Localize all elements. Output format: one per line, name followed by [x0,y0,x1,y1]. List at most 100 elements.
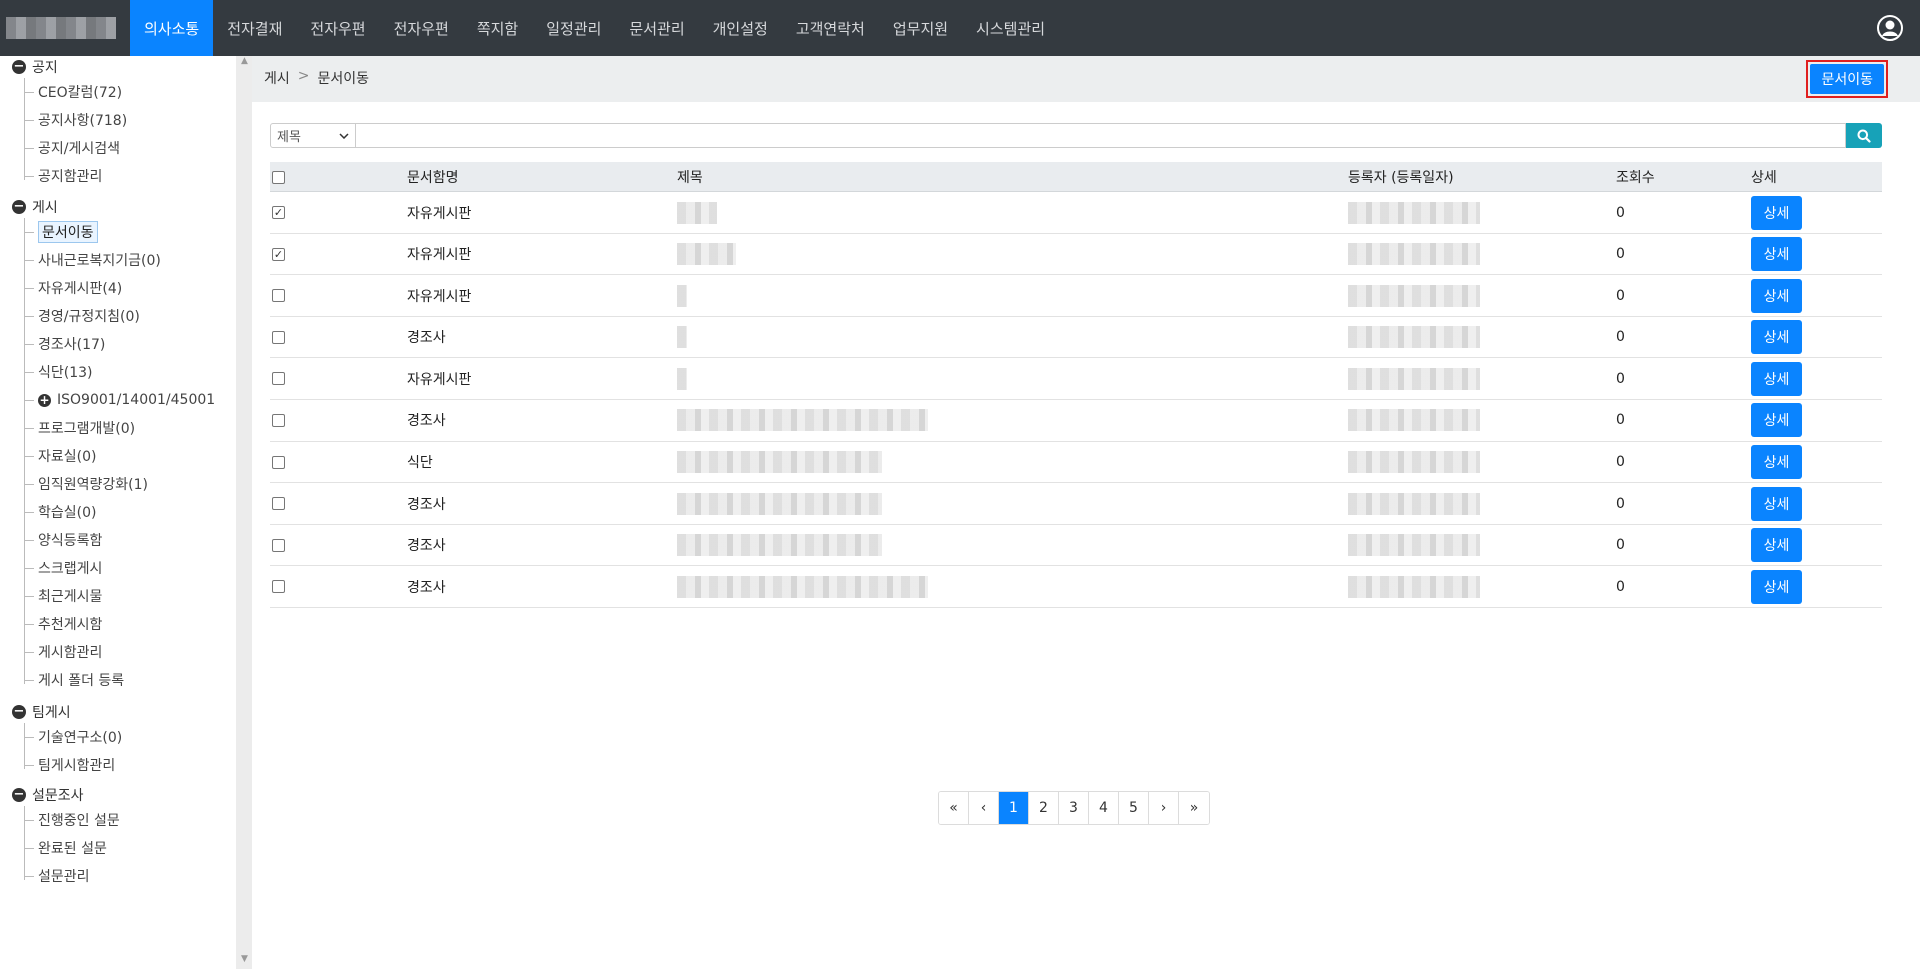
sidebar-item[interactable]: 사내근로복지기금(0) [24,248,161,272]
row-title-cell[interactable] [677,358,687,399]
row-title-cell[interactable] [677,566,928,607]
row-checkbox[interactable] [272,538,285,552]
user-circle-icon[interactable] [1876,14,1904,42]
search-field-select[interactable]: 제목 [270,123,356,148]
search-input[interactable] [356,123,1846,148]
prev-page-icon[interactable]: ‹ [969,792,999,824]
nav-menu-item[interactable]: 전자우편 [296,0,379,56]
sidebar-item[interactable]: 학습실(0) [24,500,96,524]
sidebar-item[interactable]: 경조사(17) [24,332,105,356]
sidebar-item[interactable]: 스크랩게시 [24,556,102,580]
collapse-minus-icon[interactable]: − [12,788,26,802]
detail-button[interactable]: 상세 [1751,403,1802,438]
last-page-icon[interactable]: » [1179,792,1209,824]
sidebar-scrollbar[interactable]: ▲ ▼ [236,56,252,969]
sidebar-item[interactable]: 완료된 설문 [24,836,107,860]
sidebar-item[interactable]: 설문관리 [24,864,90,888]
search-button[interactable] [1846,123,1882,148]
nav-menu-item[interactable]: 전자우편 [380,0,463,56]
detail-button[interactable]: 상세 [1751,486,1802,521]
nav-menu-item[interactable]: 고객연락처 [782,0,879,56]
sidebar-item[interactable]: 경영/규정지침(0) [24,304,140,328]
row-title-cell[interactable] [677,192,717,233]
sidebar-item[interactable]: + ISO9001/14001/45001 [24,388,215,412]
move-document-button[interactable]: 문서이동 [1810,64,1884,94]
sidebar-item[interactable]: 자료실(0) [24,444,96,468]
scroll-up-icon[interactable]: ▲ [241,56,248,66]
sidebar-item[interactable]: 최근게시물 [24,584,102,608]
nav-menu-item[interactable]: 일정관리 [532,0,615,56]
row-title-cell[interactable] [677,400,928,441]
row-checkbox[interactable] [272,289,285,303]
header-author[interactable]: 등록자 (등록일자) [1348,162,1454,192]
sidebar-item[interactable]: 프로그램개발(0) [24,416,135,440]
detail-button[interactable]: 상세 [1751,278,1802,313]
sidebar-item[interactable]: 기술연구소(0) [24,725,122,749]
page-button[interactable]: 4 [1089,792,1119,824]
row-checkbox[interactable] [272,580,285,594]
collapse-minus-icon[interactable]: − [12,200,26,214]
page-button[interactable]: 2 [1029,792,1059,824]
sidebar-category[interactable]: − 공지 [12,56,58,78]
next-page-icon[interactable]: › [1149,792,1179,824]
nav-menu-item[interactable]: 전자결재 [213,0,296,56]
sidebar-item[interactable]: 공지사항(718) [24,108,127,132]
first-page-icon[interactable]: « [939,792,969,824]
nav-menu-item[interactable]: 시스템관리 [962,0,1059,56]
select-all-checkbox[interactable] [272,170,285,184]
row-title-cell[interactable] [677,317,687,358]
nav-menu-item[interactable]: 업무지원 [879,0,962,56]
sidebar-item[interactable]: 진행중인 설문 [24,808,120,832]
nav-menu-item[interactable]: 쪽지함 [463,0,532,56]
row-checkbox[interactable] [272,372,285,386]
sidebar-item[interactable]: 추천게시함 [24,612,102,636]
detail-button[interactable]: 상세 [1751,361,1802,396]
sidebar-item[interactable]: 양식등록함 [24,528,102,552]
page-button[interactable]: 3 [1059,792,1089,824]
header-box[interactable]: 문서함명 [407,162,459,192]
sidebar-item[interactable]: 게시함관리 [24,640,102,664]
detail-button[interactable]: 상세 [1751,237,1802,272]
breadcrumb-parent[interactable]: 게시 [264,68,290,88]
company-logo[interactable] [6,17,116,39]
sidebar-item[interactable]: 임직원역량강화(1) [24,472,148,496]
sidebar-category[interactable]: − 팀게시 [12,701,71,723]
row-checkbox[interactable]: ✓ [272,206,285,219]
row-checkbox[interactable] [272,497,285,511]
expand-plus-icon[interactable]: + [38,393,51,407]
detail-button[interactable]: 상세 [1751,569,1802,604]
detail-button[interactable]: 상세 [1751,320,1802,355]
sidebar-category[interactable]: − 설문조사 [12,784,84,806]
sidebar-item[interactable]: 게시 폴더 등록 [24,668,124,692]
sidebar-item[interactable]: 자유게시판(4) [24,276,122,300]
collapse-minus-icon[interactable]: − [12,705,26,719]
nav-menu-item[interactable]: 개인설정 [699,0,782,56]
sidebar-item[interactable]: 공지함관리 [24,164,102,188]
row-title-cell[interactable] [677,234,737,275]
header-title[interactable]: 제목 [677,162,703,192]
sidebar-item[interactable]: 팀게시함관리 [24,753,115,777]
nav-menu-item[interactable]: 문서관리 [615,0,698,56]
sidebar-item[interactable]: 공지/게시검색 [24,136,120,160]
header-views[interactable]: 조회수 [1616,162,1655,192]
sidebar-item[interactable]: 식단(13) [24,360,93,384]
page-button[interactable]: 1 [999,792,1029,824]
scroll-down-icon[interactable]: ▼ [241,954,248,964]
page-button[interactable]: 5 [1119,792,1149,824]
row-title-cell[interactable] [677,275,687,316]
sidebar-category[interactable]: − 게시 [12,196,58,218]
row-checkbox[interactable] [272,455,285,469]
sidebar-item[interactable]: 문서이동 [24,220,98,244]
row-title-cell[interactable] [677,483,882,524]
row-title-cell[interactable] [677,525,882,566]
row-checkbox[interactable]: ✓ [272,247,285,261]
detail-button[interactable]: 상세 [1751,528,1802,563]
nav-menu-item[interactable]: 의사소통 [130,0,214,56]
detail-button[interactable]: 상세 [1751,195,1802,230]
row-checkbox[interactable] [272,330,285,344]
detail-button[interactable]: 상세 [1751,445,1802,480]
sidebar-item[interactable]: CEO칼럼(72) [24,80,122,104]
collapse-minus-icon[interactable]: − [12,60,26,74]
row-title-cell[interactable] [677,442,882,483]
row-checkbox[interactable] [272,413,285,427]
